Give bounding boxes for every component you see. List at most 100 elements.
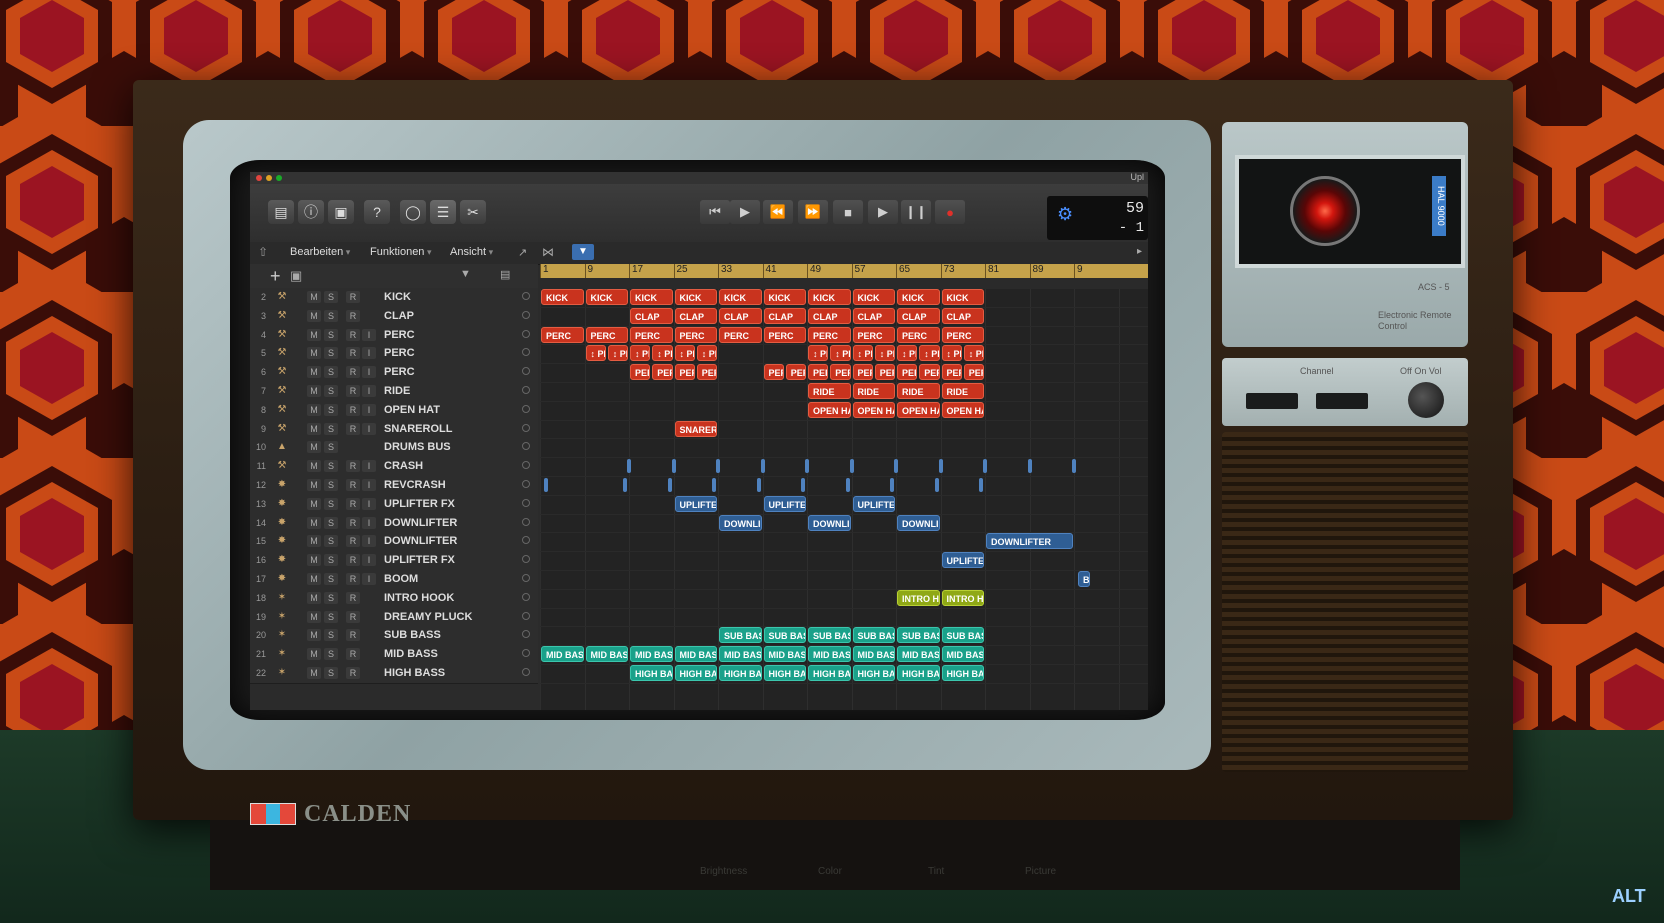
region[interactable]: KICK xyxy=(585,289,628,305)
track-on-icon[interactable] xyxy=(522,498,530,507)
region[interactable]: ↕ PI xyxy=(830,345,851,362)
input-monitor-button[interactable]: I xyxy=(362,385,376,397)
record-enable-button[interactable]: R xyxy=(346,309,360,322)
region[interactable]: CLAP xyxy=(808,307,851,324)
region[interactable]: ↕ PI xyxy=(919,345,940,362)
menu-bearbeiten[interactable]: Bearbeiten xyxy=(290,246,350,258)
track-row[interactable]: 17 ✸ M S R I BOOM xyxy=(250,570,538,590)
mute-button[interactable]: M xyxy=(307,366,321,379)
track-on-icon[interactable] xyxy=(522,574,530,582)
channel-up-button[interactable] xyxy=(1316,393,1368,409)
region[interactable]: OPEN HA xyxy=(897,401,940,418)
channel-down-button[interactable] xyxy=(1246,393,1298,409)
back-icon[interactable]: ⇧ xyxy=(258,245,268,259)
track-on-icon[interactable] xyxy=(522,461,530,470)
mute-button[interactable]: M xyxy=(307,403,321,416)
region[interactable]: ↕ PI xyxy=(674,345,695,362)
region[interactable]: PER xyxy=(830,364,851,381)
region[interactable]: PER xyxy=(785,364,806,381)
region[interactable]: ↕ PI xyxy=(874,345,895,362)
region[interactable]: HIGH BA xyxy=(897,665,940,681)
region[interactable]: PER xyxy=(897,364,918,381)
short-region[interactable] xyxy=(716,459,720,474)
solo-button[interactable]: S xyxy=(324,667,338,679)
solo-button[interactable]: S xyxy=(324,422,338,435)
track-on-icon[interactable] xyxy=(522,649,530,658)
record-enable-button[interactable]: R xyxy=(346,629,360,642)
region[interactable]: KICK xyxy=(674,289,717,305)
input-monitor-button[interactable]: I xyxy=(362,366,376,379)
region[interactable]: HIGH BA xyxy=(852,665,895,681)
add-track-icon[interactable]: + xyxy=(270,266,281,287)
track-on-icon[interactable] xyxy=(522,480,530,488)
track-on-icon[interactable] xyxy=(522,404,530,413)
region[interactable]: CLAP xyxy=(941,307,984,324)
solo-button[interactable]: S xyxy=(324,516,338,529)
region[interactable]: KICK xyxy=(897,289,940,305)
input-monitor-button[interactable]: I xyxy=(362,497,376,510)
minimize-icon[interactable] xyxy=(266,175,272,181)
track-on-icon[interactable] xyxy=(522,386,530,394)
region[interactable]: OPEN HA xyxy=(941,401,984,418)
region[interactable]: CLAP xyxy=(630,307,673,324)
track-row[interactable]: 5 ⚒ M S R I PERC xyxy=(250,344,538,365)
folder-icon[interactable]: ▣ xyxy=(290,268,302,284)
region[interactable]: PER xyxy=(852,364,873,381)
region[interactable]: HIGH BA xyxy=(808,665,851,681)
track-row[interactable]: 10 ▲ M S DRUMS BUS xyxy=(250,438,538,459)
region[interactable]: PER xyxy=(874,364,895,381)
record-enable-button[interactable]: R xyxy=(346,591,360,604)
mute-button[interactable]: M xyxy=(307,648,321,661)
smart-controls-icon[interactable]: ◯ xyxy=(400,200,426,224)
record-enable-button[interactable]: R xyxy=(346,291,360,303)
region[interactable]: HIGH BA xyxy=(719,665,762,681)
region[interactable]: INTRO H xyxy=(941,589,984,606)
mute-button[interactable]: M xyxy=(307,347,321,360)
region[interactable]: MID BAS xyxy=(585,646,628,663)
region[interactable]: PER xyxy=(919,364,940,381)
region[interactable]: MID BAS xyxy=(897,646,940,663)
region[interactable]: UPLIFTEI xyxy=(852,495,895,512)
region[interactable]: SUB BAS xyxy=(719,627,762,644)
region[interactable]: SUB BAS xyxy=(763,627,806,644)
track-on-icon[interactable] xyxy=(522,292,530,300)
mute-button[interactable]: M xyxy=(307,328,321,341)
zoom-icon[interactable] xyxy=(276,175,282,181)
region[interactable]: HIGH BA xyxy=(941,665,984,681)
region[interactable]: ↕ PI xyxy=(852,345,873,362)
region[interactable]: PERC xyxy=(763,326,806,343)
play-from-selection-icon[interactable]: ▶ xyxy=(730,200,760,224)
region[interactable]: RIDE xyxy=(941,383,984,399)
track-row[interactable]: 6 ⚒ M S R I PERC xyxy=(250,363,538,384)
region[interactable]: KICK xyxy=(808,289,851,305)
region[interactable]: UPLIFTER xyxy=(941,552,984,569)
record-enable-button[interactable]: R xyxy=(346,328,360,341)
go-to-start-icon[interactable]: ⏮ xyxy=(700,200,730,224)
short-region[interactable] xyxy=(667,478,672,492)
region[interactable]: MID BAS xyxy=(630,646,673,663)
region[interactable]: PERC xyxy=(541,326,584,343)
short-region[interactable] xyxy=(801,478,805,492)
short-region[interactable] xyxy=(1027,459,1032,474)
track-on-icon[interactable] xyxy=(522,611,530,620)
region[interactable]: DOWNLIFTER xyxy=(986,533,1073,550)
region[interactable]: KICK xyxy=(852,289,895,305)
region[interactable]: ↕ PI xyxy=(941,345,962,362)
short-region[interactable] xyxy=(938,459,943,474)
region[interactable]: B xyxy=(1078,571,1090,587)
track-on-icon[interactable] xyxy=(522,536,530,545)
solo-button[interactable]: S xyxy=(324,573,338,585)
mute-button[interactable]: M xyxy=(307,291,321,303)
input-monitor-button[interactable]: I xyxy=(362,554,376,567)
region[interactable]: KICK xyxy=(941,289,984,305)
solo-button[interactable]: S xyxy=(324,460,338,473)
short-region[interactable] xyxy=(979,478,983,492)
solo-button[interactable]: S xyxy=(324,385,338,397)
input-monitor-button[interactable]: I xyxy=(362,460,376,473)
track-row[interactable]: 8 ⚒ M S R I OPEN HAT xyxy=(250,400,538,421)
track-on-icon[interactable] xyxy=(522,630,530,639)
region[interactable]: PER xyxy=(963,364,984,381)
track-on-icon[interactable] xyxy=(522,442,530,451)
mute-button[interactable]: M xyxy=(307,516,321,529)
track-row[interactable]: 2 ⚒ M S R KICK xyxy=(250,288,538,308)
